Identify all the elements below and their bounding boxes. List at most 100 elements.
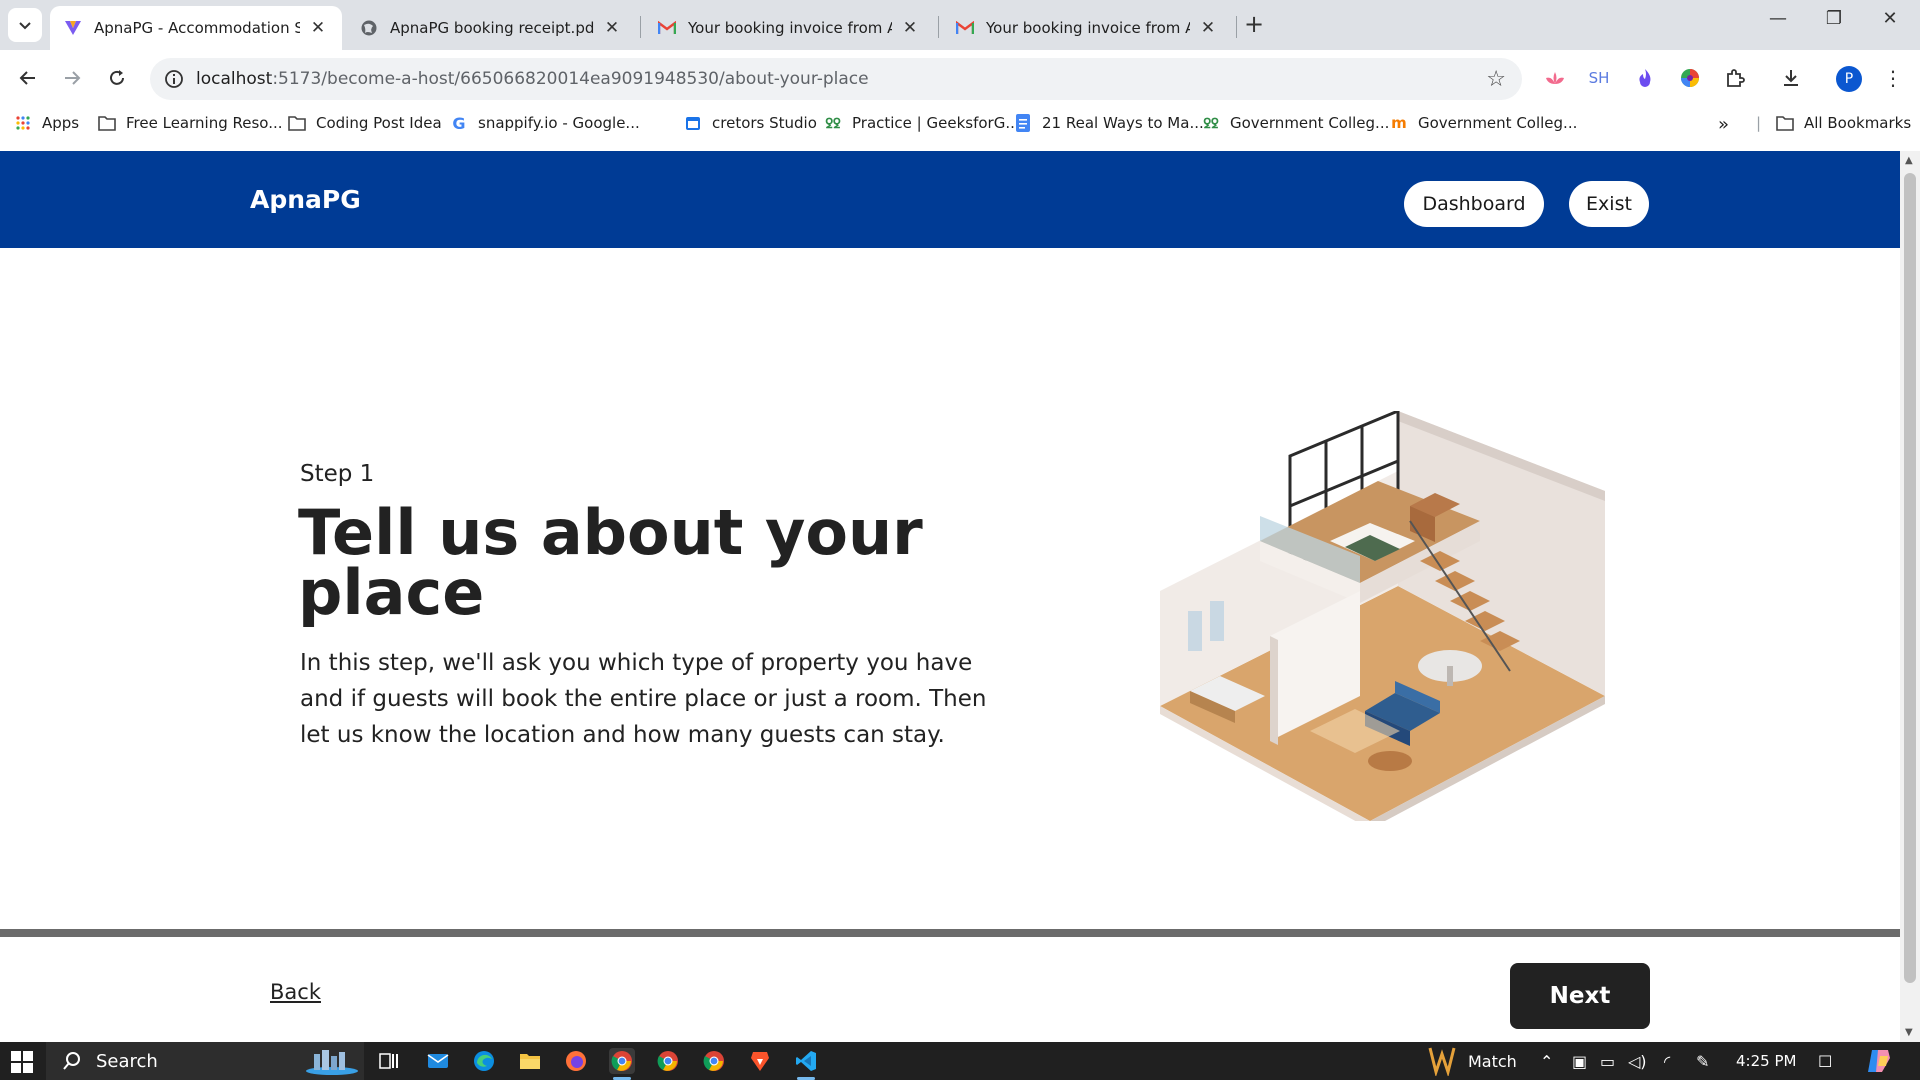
color-wheel-extension-icon[interactable]	[1677, 65, 1703, 91]
weather-widget-icon[interactable]	[1426, 1046, 1458, 1080]
edge-browser-icon[interactable]	[471, 1048, 497, 1074]
tab-invoice-1[interactable]: Your booking invoice from Apn ✕	[644, 6, 934, 50]
scroll-up-arrow-icon[interactable]: ▲	[1905, 155, 1913, 166]
vscode-icon[interactable]	[793, 1048, 819, 1080]
bookmark-snappify[interactable]: G snappify.io - Google...	[450, 113, 640, 133]
gmail-icon	[956, 19, 974, 37]
network-icon[interactable]: ◜	[1664, 1052, 1670, 1071]
bookmark-label: cretors Studio	[712, 114, 817, 132]
bookmark-folder-free-learning[interactable]: Free Learning Reso...	[98, 114, 283, 132]
tab-title: ApnaPG - Accommodation Solu	[94, 19, 300, 37]
bookmark-government-college-2[interactable]: m Government Colleg...	[1390, 114, 1577, 132]
google-icon: G	[452, 113, 466, 133]
kebab-menu-icon[interactable]: ⋮	[1880, 65, 1906, 91]
url-host: localhost	[196, 69, 273, 89]
bookmark-geeksforgeeks[interactable]: ꝿꝿ Practice | GeeksforG...	[824, 114, 1019, 132]
tab-title: Your booking invoice from Apn	[986, 19, 1190, 37]
mail-app-icon[interactable]	[425, 1048, 451, 1074]
step-progress-bar	[0, 929, 1900, 937]
meet-now-icon[interactable]: ▣	[1572, 1052, 1587, 1071]
taskbar-search-box[interactable]: Search	[46, 1042, 364, 1080]
back-arrow-icon[interactable]	[12, 62, 44, 94]
bookmark-21-real-ways[interactable]: 21 Real Ways to Ma...	[1014, 114, 1204, 132]
pen-icon[interactable]: ✎	[1696, 1052, 1709, 1071]
puzzle-extensions-icon[interactable]	[1722, 65, 1748, 91]
close-icon[interactable]: ✕	[1198, 18, 1218, 38]
brand-logo[interactable]: ApnaPG	[250, 185, 361, 214]
brave-browser-icon[interactable]	[747, 1048, 773, 1074]
tab-apnapg[interactable]: ApnaPG - Accommodation Solu ✕	[50, 6, 342, 50]
apnapg-favicon	[64, 19, 82, 37]
chrome-profile-3-icon[interactable]	[701, 1048, 727, 1074]
notifications-icon[interactable]: ☐	[1818, 1052, 1832, 1071]
bookmark-folder-coding-post[interactable]: Coding Post Idea	[288, 114, 442, 132]
reload-icon[interactable]	[101, 62, 133, 94]
copilot-icon[interactable]	[1866, 1048, 1892, 1078]
exist-button[interactable]: Exist	[1569, 181, 1649, 227]
page-scrollbar[interactable]: ▲ ▼	[1900, 151, 1920, 1042]
bookmark-star-icon[interactable]: ☆	[1486, 67, 1506, 92]
chrome-profile-2-icon[interactable]	[655, 1048, 681, 1074]
gmail-icon	[658, 19, 676, 37]
city-skyline-icon	[306, 1050, 358, 1075]
all-bookmarks-label: All Bookmarks	[1804, 114, 1912, 132]
new-tab-button[interactable]: +	[1244, 10, 1264, 38]
bookmark-label: 21 Real Ways to Ma...	[1042, 114, 1204, 132]
file-explorer-icon[interactable]	[517, 1048, 543, 1074]
dashboard-button[interactable]: Dashboard	[1404, 181, 1544, 227]
tab-receipt-pdf[interactable]: ApnaPG booking receipt.pdf ✕	[346, 6, 636, 50]
lotus-extension-icon[interactable]	[1542, 65, 1568, 91]
download-icon[interactable]	[1778, 65, 1804, 91]
back-link[interactable]: Back	[270, 980, 321, 1004]
tab-invoice-2[interactable]: Your booking invoice from Apn ✕	[942, 6, 1232, 50]
browser-tab-strip: ApnaPG - Accommodation Solu ✕ ApnaPG boo…	[0, 0, 1920, 50]
docs-icon	[1014, 114, 1032, 132]
page-viewport: ApnaPG Dashboard Exist Step 1 Tell us ab…	[0, 151, 1900, 1042]
shiksha-icon: m	[1391, 114, 1407, 132]
more-bookmarks-chevron-icon[interactable]: »	[1718, 114, 1729, 135]
geeksforgeeks-icon: ꝿꝿ	[825, 117, 841, 132]
windows-taskbar: Search Match ⌃ ▣ ▭ ◁) ◜ ✎ 4:25 PM ☐	[0, 1042, 1920, 1080]
windows-start-icon[interactable]	[10, 1050, 34, 1074]
close-icon[interactable]: ✕	[602, 18, 622, 38]
app-header: ApnaPG Dashboard Exist	[0, 151, 1900, 248]
address-bar[interactable]: localhost:5173/become-a-host/66506682001…	[150, 58, 1522, 100]
restore-icon[interactable]: ❐	[1814, 8, 1854, 29]
house-cutaway-illustration	[1160, 411, 1605, 821]
apps-grid-icon	[14, 114, 32, 132]
profile-avatar[interactable]: P	[1836, 66, 1862, 92]
next-button[interactable]: Next	[1510, 963, 1650, 1029]
minimize-icon[interactable]: —	[1758, 8, 1798, 29]
bookmark-cretors-studio[interactable]: cretors Studio	[684, 114, 817, 132]
url-path: :5173/become-a-host/665066820014ea909194…	[272, 69, 869, 89]
firefox-icon[interactable]	[563, 1048, 589, 1074]
bookmark-apps[interactable]: Apps	[14, 114, 79, 132]
close-window-icon[interactable]: ✕	[1870, 8, 1910, 29]
bookmark-label: Government Colleg...	[1230, 114, 1390, 132]
search-icon	[63, 1052, 80, 1070]
tab-search-button[interactable]	[8, 8, 42, 42]
bookmark-label: Coding Post Idea	[316, 114, 442, 132]
bookmark-government-college-1[interactable]: ꝿꝿ Government Colleg...	[1202, 114, 1389, 132]
taskbar-clock[interactable]: 4:25 PM	[1736, 1052, 1796, 1070]
globe-icon	[360, 19, 378, 37]
close-icon[interactable]: ✕	[308, 18, 328, 38]
folder-icon	[288, 114, 306, 132]
volume-icon[interactable]: ◁)	[1628, 1052, 1647, 1071]
forward-arrow-icon[interactable]	[56, 62, 88, 94]
show-hidden-icons-chevron[interactable]: ⌃	[1540, 1052, 1553, 1071]
scrollbar-thumb[interactable]	[1904, 173, 1916, 983]
close-icon[interactable]: ✕	[900, 18, 920, 38]
chrome-icon-active[interactable]	[609, 1048, 635, 1080]
bookmark-label: snappify.io - Google...	[478, 114, 640, 132]
sh-extension-icon[interactable]: SH	[1586, 65, 1612, 91]
scroll-down-arrow-icon[interactable]: ▼	[1905, 1027, 1913, 1038]
task-view-icon[interactable]	[376, 1048, 402, 1074]
site-info-icon[interactable]	[164, 69, 184, 89]
tab-separator	[640, 16, 641, 38]
url-text: localhost:5173/become-a-host/66506682001…	[196, 69, 869, 89]
weather-widget-label[interactable]: Match	[1468, 1052, 1517, 1071]
all-bookmarks-button[interactable]: All Bookmarks	[1776, 114, 1911, 132]
battery-icon[interactable]: ▭	[1600, 1052, 1615, 1071]
flame-extension-icon[interactable]	[1632, 65, 1658, 91]
